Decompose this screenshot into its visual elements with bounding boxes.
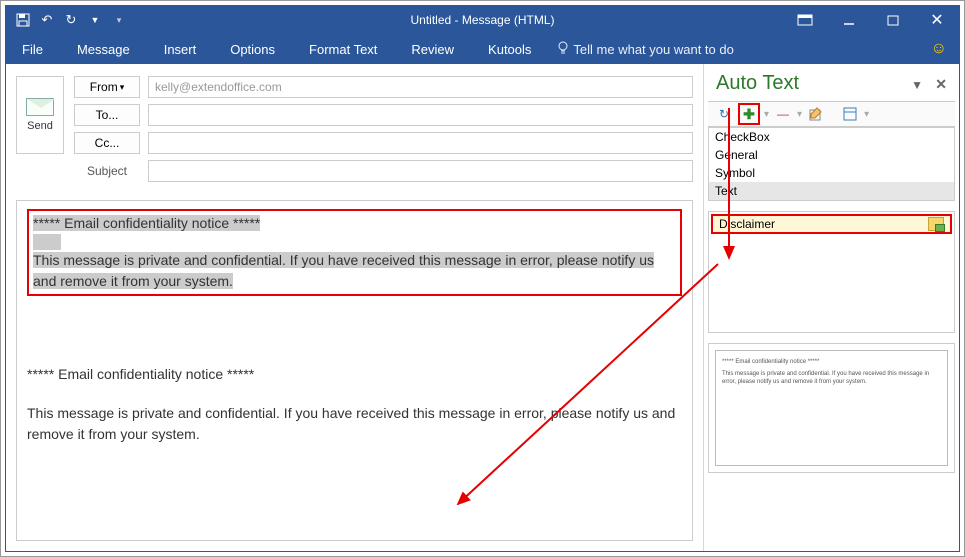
category-item[interactable]: Symbol bbox=[709, 164, 954, 182]
category-item[interactable]: CheckBox bbox=[709, 128, 954, 146]
minimize-button[interactable] bbox=[827, 6, 871, 34]
from-field[interactable]: kelly@extendoffice.com bbox=[148, 76, 693, 98]
tell-me-label: Tell me what you want to do bbox=[573, 42, 733, 57]
titlebar: ↶ ↻ ▼ ▾ Untitled - Message (HTML) ✕ bbox=[6, 6, 959, 34]
add-entry-button[interactable]: ✚ bbox=[738, 103, 760, 125]
tab-message[interactable]: Message bbox=[69, 34, 138, 64]
preview-toggle-icon[interactable] bbox=[840, 105, 860, 123]
tab-format-text[interactable]: Format Text bbox=[301, 34, 385, 64]
pane-toolbar: ↻ ✚ ▾ — ▾ ▾ bbox=[708, 101, 955, 127]
from-button[interactable]: From▾ bbox=[74, 76, 140, 98]
ribbon-tabs: File Message Insert Options Format Text … bbox=[6, 34, 959, 64]
sel-line1: ***** Email confidentiality notice ***** bbox=[33, 215, 260, 231]
send-label: Send bbox=[27, 120, 53, 132]
undo-icon[interactable]: ↶ bbox=[38, 11, 56, 29]
redo-icon[interactable]: ↻ bbox=[62, 11, 80, 29]
selected-text-block: ***** Email confidentiality notice *****… bbox=[27, 209, 682, 296]
ribbon-display-icon[interactable] bbox=[783, 6, 827, 34]
autotext-pane: Auto Text ▼ ✕ ↻ ✚ ▾ — ▾ ▾ CheckBo bbox=[703, 64, 959, 551]
tab-review[interactable]: Review bbox=[403, 34, 462, 64]
qat-dropdown2-icon[interactable]: ▾ bbox=[110, 11, 128, 29]
tab-file[interactable]: File bbox=[14, 34, 51, 64]
maximize-button[interactable] bbox=[871, 6, 915, 34]
tab-kutools[interactable]: Kutools bbox=[480, 34, 539, 64]
category-item[interactable]: General bbox=[709, 146, 954, 164]
to-field[interactable] bbox=[148, 104, 693, 126]
window-title: Untitled - Message (HTML) bbox=[410, 13, 554, 27]
cc-field[interactable] bbox=[148, 132, 693, 154]
subject-field[interactable] bbox=[148, 160, 693, 182]
save-icon[interactable] bbox=[14, 11, 32, 29]
entry-disclaimer[interactable]: Disclaimer bbox=[711, 214, 952, 234]
pane-close-icon[interactable]: ✕ bbox=[935, 76, 947, 93]
body-para: This message is private and confidential… bbox=[27, 403, 682, 445]
category-item-selected[interactable]: Text bbox=[709, 182, 954, 200]
insert-entry-icon[interactable] bbox=[928, 217, 944, 231]
tab-insert[interactable]: Insert bbox=[156, 34, 205, 64]
refresh-icon[interactable]: ↻ bbox=[714, 105, 734, 123]
cc-button[interactable]: Cc... bbox=[74, 132, 140, 154]
close-button[interactable]: ✕ bbox=[915, 6, 959, 34]
send-button[interactable]: Send bbox=[16, 76, 64, 154]
category-list: CheckBox General Symbol Text bbox=[708, 127, 955, 201]
lightbulb-icon bbox=[557, 41, 569, 58]
subject-label: Subject bbox=[74, 164, 140, 178]
preview-pane: ***** Email confidentiality notice *****… bbox=[708, 343, 955, 473]
entry-list: Disclaimer bbox=[708, 211, 955, 333]
feedback-smile-icon[interactable]: ☺ bbox=[931, 40, 947, 58]
qat-dropdown-icon[interactable]: ▼ bbox=[86, 11, 104, 29]
delete-icon[interactable]: — bbox=[773, 105, 793, 123]
edit-icon[interactable] bbox=[806, 105, 826, 123]
entry-label: Disclaimer bbox=[719, 217, 775, 231]
message-body-editor[interactable]: ***** Email confidentiality notice *****… bbox=[16, 200, 693, 541]
toolbar-dropdown-icon[interactable]: ▾ bbox=[764, 109, 769, 120]
tab-options[interactable]: Options bbox=[222, 34, 283, 64]
to-button[interactable]: To... bbox=[74, 104, 140, 126]
preview-content: ***** Email confidentiality notice *****… bbox=[715, 350, 948, 466]
sel-para: This message is private and confidential… bbox=[33, 252, 654, 289]
pane-options-icon[interactable]: ▼ bbox=[911, 78, 923, 92]
envelope-icon bbox=[26, 98, 54, 116]
body-line1: ***** Email confidentiality notice ***** bbox=[27, 364, 682, 385]
pane-title: Auto Text bbox=[716, 72, 799, 94]
tell-me-search[interactable]: Tell me what you want to do bbox=[557, 41, 733, 58]
